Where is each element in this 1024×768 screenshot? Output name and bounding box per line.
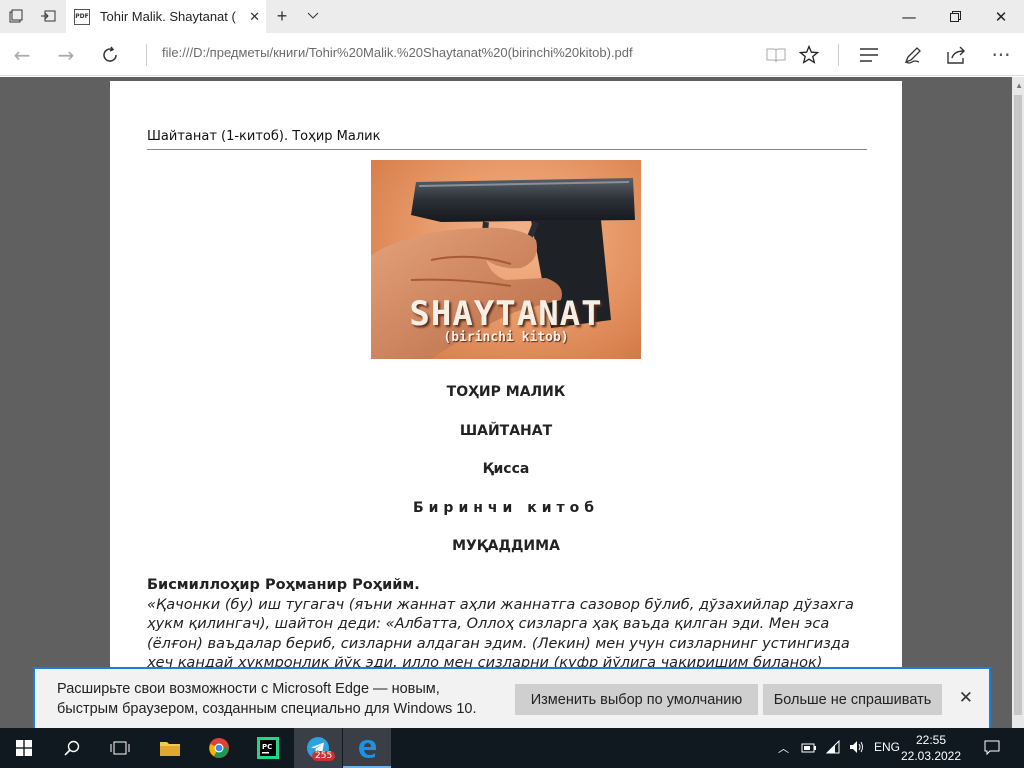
author-heading: ТОҲИР МАЛИК xyxy=(446,384,566,400)
pdf-viewer[interactable]: Шайтанат (1-китоб). Тоҳир Малик SHAYTANA… xyxy=(0,77,1024,730)
refresh-icon[interactable] xyxy=(96,41,124,69)
title-heading: ШАЙТАНАТ xyxy=(459,423,553,439)
tab-preview-chevron-icon[interactable] xyxy=(303,6,323,26)
set-tabs-aside-icon[interactable] xyxy=(38,6,58,26)
scrollbar-thumb[interactable] xyxy=(1014,95,1022,715)
tab-title: Tohir Malik. Shaytanat ( xyxy=(100,9,236,24)
back-icon[interactable]: ← xyxy=(8,41,36,69)
address-bar-row: ← → file:///D:/предметы/книги/Tohir%20Ma… xyxy=(0,33,1024,76)
dont-ask-again-button[interactable]: Больше не спрашивать xyxy=(763,684,942,715)
close-notification-icon[interactable]: ✕ xyxy=(959,688,973,708)
task-view-icon[interactable] xyxy=(96,728,144,768)
pycharm-icon[interactable]: PC xyxy=(244,728,292,768)
hub-icon[interactable] xyxy=(855,41,883,69)
network-icon[interactable] xyxy=(825,739,842,759)
change-default-button[interactable]: Изменить выбор по умолчанию xyxy=(515,684,758,715)
genre-heading: Қисса xyxy=(482,461,530,477)
clock-time: 22:55 xyxy=(915,733,947,747)
cover-subtitle: (birinchi kitob) xyxy=(443,330,569,345)
scroll-up-icon[interactable]: ▲ xyxy=(1015,81,1023,90)
web-note-pen-icon[interactable] xyxy=(899,41,927,69)
running-header: Шайтанат (1-китоб). Тоҳир Малик xyxy=(147,129,381,144)
clock[interactable]: 22:55 22.03.2022 xyxy=(896,732,966,764)
cover-title: SHAYTANAT xyxy=(409,294,603,334)
address-input[interactable]: file:///D:/предметы/книги/Tohir%20Malik.… xyxy=(162,45,742,65)
new-tab-icon[interactable]: + xyxy=(272,6,292,26)
battery-icon[interactable] xyxy=(801,741,817,759)
tab-bar: PDF Tohir Malik. Shaytanat ( ✕ + — ✕ xyxy=(0,0,1024,33)
action-center-icon[interactable] xyxy=(984,740,1000,761)
section-heading: МУҚАДДИМА xyxy=(452,538,560,554)
cover-image: SHAYTANAT (birinchi kitob) xyxy=(371,160,641,359)
divider xyxy=(838,44,839,66)
vertical-scrollbar[interactable]: ▲ xyxy=(1012,77,1024,730)
svg-text:PC: PC xyxy=(262,743,272,751)
file-explorer-icon[interactable] xyxy=(146,728,194,768)
more-options-icon[interactable]: ··· xyxy=(987,41,1015,69)
telegram-unread-badge: 255 xyxy=(312,751,336,761)
restore-button[interactable] xyxy=(932,0,978,33)
share-icon[interactable] xyxy=(943,41,971,69)
tab-actions-icon[interactable] xyxy=(6,6,26,26)
telegram-icon[interactable]: 255 xyxy=(294,728,342,768)
pdf-icon: PDF xyxy=(74,8,90,25)
close-tab-icon[interactable]: ✕ xyxy=(249,9,260,25)
tab-active[interactable]: PDF Tohir Malik. Shaytanat ( ✕ xyxy=(66,0,266,33)
header-rule xyxy=(147,149,867,150)
clock-date: 22.03.2022 xyxy=(900,749,962,763)
minimize-button[interactable]: — xyxy=(886,0,932,33)
windows-taskbar: PC 255 ︿ ENG 22:55 22.03.2022 xyxy=(0,728,1024,768)
windows-start-icon[interactable] xyxy=(0,728,48,768)
edge-promo-notification: Расширьте свои возможности с Microsoft E… xyxy=(33,667,991,728)
search-icon[interactable] xyxy=(48,728,96,768)
forward-icon[interactable]: → xyxy=(52,41,80,69)
pdf-page: Шайтанат (1-китоб). Тоҳир Малик SHAYTANA… xyxy=(110,81,902,730)
close-window-button[interactable]: ✕ xyxy=(978,0,1024,33)
volume-icon[interactable] xyxy=(849,740,865,759)
show-hidden-icons-icon[interactable]: ︿ xyxy=(778,740,789,756)
book-heading: Биринчи китоб xyxy=(412,500,600,516)
chrome-icon[interactable] xyxy=(195,728,243,768)
divider xyxy=(146,44,147,66)
edge-icon[interactable] xyxy=(343,728,391,768)
reading-view-icon[interactable] xyxy=(762,41,790,69)
favorite-star-icon[interactable] xyxy=(795,41,823,69)
notification-text: Расширьте свои возможности с Microsoft E… xyxy=(57,681,477,717)
basmala-text: Бисмиллоҳир Роҳманир Роҳийм. xyxy=(147,577,420,593)
